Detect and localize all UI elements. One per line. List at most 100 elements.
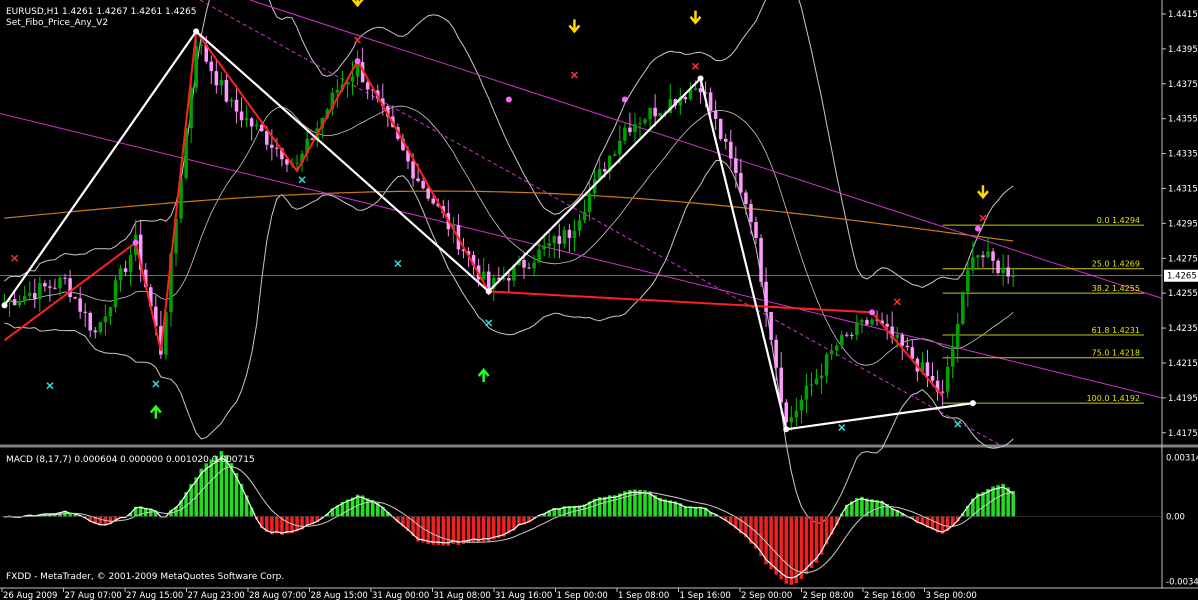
macd-histogram-bar	[476, 516, 481, 543]
time-tick-label: 31 Aug 08:00	[434, 591, 491, 600]
candle-body	[734, 158, 738, 173]
macd-histogram-bar	[285, 516, 289, 534]
macd-histogram-bar	[486, 516, 491, 542]
candle-body	[229, 99, 234, 102]
candle-body	[577, 220, 582, 231]
macd-histogram-bar	[275, 516, 279, 534]
macd-histogram-bar	[602, 496, 607, 517]
candle-body	[648, 107, 652, 120]
macd-histogram-bar	[209, 459, 214, 517]
time-tick-label: 31 Aug 00:00	[372, 591, 429, 600]
candle-body	[981, 255, 985, 258]
candle-body	[900, 334, 905, 346]
macd-histogram-bar	[794, 516, 799, 584]
candle-body	[58, 277, 62, 289]
candle-body	[17, 301, 22, 306]
candle-body	[481, 271, 486, 280]
candle-body	[572, 230, 577, 238]
candle-body	[628, 127, 632, 133]
candle-body	[845, 334, 849, 336]
candle-body	[1006, 267, 1010, 277]
macd-histogram-bar	[663, 499, 667, 517]
zigzag-swing-point	[354, 58, 361, 65]
price-tick-label: 1.4295	[1168, 219, 1198, 229]
candle-body	[416, 178, 420, 182]
macd-histogram-bar	[809, 516, 814, 568]
macd-pane[interactable]	[2, 451, 1162, 585]
macd-histogram-bar	[774, 516, 778, 575]
candle-body	[976, 255, 980, 258]
fib-label: 38.2 1.4255	[1092, 284, 1140, 293]
candle-body	[895, 334, 899, 338]
macd-histogram-bar	[497, 516, 501, 539]
candle-body	[653, 107, 657, 117]
macd-histogram-bar	[456, 516, 461, 545]
fib-label: 25.0 1.4269	[1092, 260, 1140, 269]
candle-body	[38, 283, 42, 299]
macd-histogram-bar	[613, 495, 617, 517]
macd-histogram-bar	[779, 516, 783, 580]
candle-body	[270, 144, 274, 148]
candle-body	[804, 385, 809, 400]
macd-histogram-bar	[623, 491, 627, 517]
candle-body	[562, 229, 567, 244]
price-tick-label: 1.4315	[1168, 184, 1198, 194]
candle-body	[199, 44, 203, 47]
candle-body	[708, 92, 713, 111]
time-tick-label: 26 Aug 2009	[3, 591, 57, 600]
candle-body	[809, 384, 814, 386]
indicator-name: Set_Fibo_Price_Any_V2	[6, 18, 108, 28]
candle-body	[698, 88, 703, 93]
candle-body	[214, 71, 219, 86]
macd-histogram-bar	[491, 516, 496, 540]
trading-chart[interactable]: 0.0 1.4294 25.0 1.4269 38.2 1.4255 61.8 1.4…	[0, 0, 1198, 600]
price-tick-label: 1.4255	[1168, 289, 1198, 299]
candle-body	[839, 334, 844, 346]
candle-body	[633, 124, 637, 133]
candle-body	[658, 112, 662, 117]
candle-body	[779, 367, 783, 403]
zigzag-pivot	[485, 288, 492, 295]
candle-body	[966, 270, 970, 292]
macd-histogram-bar	[431, 516, 435, 545]
candle-body	[860, 320, 864, 323]
candle-body	[113, 280, 118, 308]
candle-body	[108, 307, 113, 317]
fib-label: 75.0 1.4218	[1092, 349, 1140, 358]
candle-body	[43, 283, 47, 287]
candle-body	[582, 211, 587, 221]
zigzag-pivot	[697, 75, 704, 82]
macd-histogram-bar	[981, 491, 985, 517]
candle-body	[713, 110, 718, 119]
price-tick-label: 1.4195	[1168, 394, 1198, 404]
candle-body	[421, 181, 425, 189]
candle-body	[693, 88, 698, 90]
macd-histogram-bar	[446, 516, 451, 546]
candle-body	[12, 299, 17, 306]
time-tick-label: 28 Aug 15:00	[311, 591, 368, 600]
candle-body	[996, 260, 1000, 274]
macd-histogram-bar	[481, 516, 486, 542]
candle-body	[905, 345, 910, 348]
macd-histogram-bar	[870, 499, 874, 517]
candle-body	[986, 251, 990, 258]
candle-body	[623, 127, 627, 141]
candle-body	[824, 354, 829, 376]
macd-tick-label: 0.00	[1166, 513, 1185, 523]
candle-body	[73, 297, 77, 299]
candle-body	[244, 118, 249, 121]
candle-body	[78, 298, 82, 312]
price-tick-label: 1.4375	[1168, 80, 1198, 90]
candle-body	[1011, 276, 1015, 278]
candle-body	[794, 410, 799, 418]
candle-body	[254, 124, 259, 127]
candle-body	[537, 249, 541, 263]
candle-body	[219, 80, 224, 86]
candle-body	[799, 399, 804, 411]
candle-body	[27, 293, 32, 296]
candle-body	[567, 229, 572, 238]
candle-body	[83, 311, 87, 313]
candle-body	[522, 260, 526, 268]
macd-histogram-bar	[471, 516, 476, 542]
time-tick-label: 27 Aug 23:00	[188, 591, 245, 600]
